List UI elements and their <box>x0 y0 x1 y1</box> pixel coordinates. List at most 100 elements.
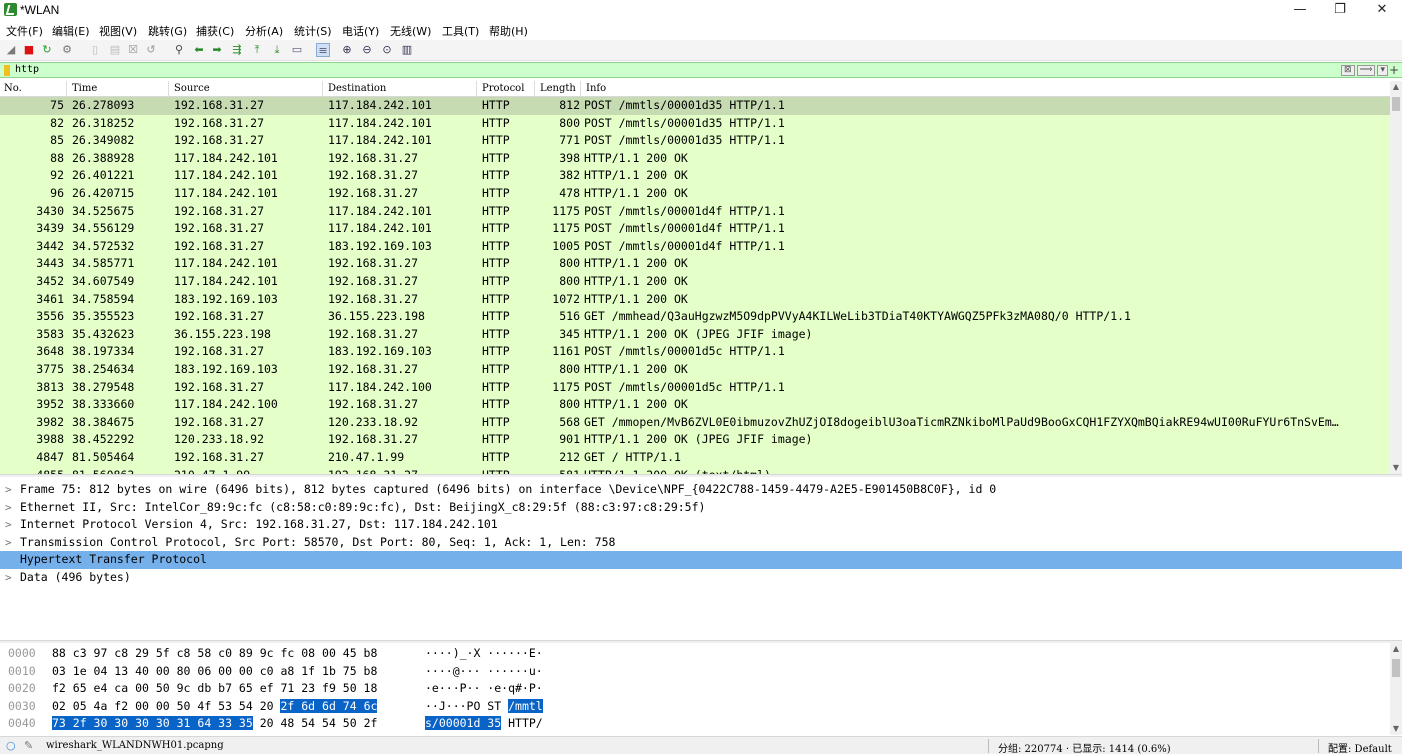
open-icon[interactable]: ▯ <box>88 43 102 57</box>
menu-edit[interactable]: 编辑(E) <box>52 23 90 39</box>
column-divider[interactable] <box>476 81 477 97</box>
packet-row[interactable]: 85 26.349082 192.168.31.27 117.184.242.101 H… <box>0 132 1390 150</box>
packet-row[interactable]: 4847 81.505464 192.168.31.27 210.47.1.99 HTT… <box>0 449 1390 467</box>
packet-row[interactable]: 3556 35.355523 192.168.31.27 36.155.223.198… <box>0 308 1390 326</box>
filter-clear-button[interactable]: ⊠ <box>1341 65 1355 76</box>
menu-wireless[interactable]: 无线(W) <box>390 23 431 39</box>
packet-row[interactable]: 3648 38.197334 192.168.31.27 183.192.169.10… <box>0 343 1390 361</box>
column-protocol[interactable]: Protocol <box>482 83 524 94</box>
back-icon[interactable]: ⬅ <box>192 43 206 57</box>
autoscroll-icon[interactable]: ▭ <box>290 43 304 57</box>
packet-row[interactable]: 75 26.278093 192.168.31.27 117.184.242.101 H… <box>0 97 1390 115</box>
options-icon[interactable]: ⚙ <box>60 43 74 57</box>
restart-icon[interactable]: ↻ <box>40 43 54 57</box>
column-divider[interactable] <box>534 81 535 97</box>
packet-row[interactable]: 3982 38.384675 192.168.31.27 120.233.18.92 H… <box>0 413 1390 432</box>
scroll-down-icon[interactable]: ▼ <box>1390 723 1402 735</box>
detail-tree-item[interactable]: > Ethernet II, Src: IntelCor_89:9c:fc (c8… <box>0 499 1402 517</box>
scroll-up-icon[interactable]: ▲ <box>1390 81 1402 93</box>
menu-statistics[interactable]: 统计(S) <box>294 23 332 39</box>
bytes-row[interactable]: 0030 02 05 4a f2 00 00 50 4f 53 54 20 2f … <box>0 698 1390 716</box>
packet-row[interactable]: 3952 38.333660 117.184.242.100 192.168.31.2… <box>0 396 1390 414</box>
detail-tree-item[interactable]: > Internet Protocol Version 4, Src: 192.1… <box>0 516 1402 534</box>
menu-view[interactable]: 视图(V) <box>99 23 137 39</box>
packet-row[interactable]: 82 26.318252 192.168.31.27 117.184.242.101 H… <box>0 114 1390 133</box>
packet-row[interactable]: 92 26.401221 117.184.242.101 192.168.31.27 H… <box>0 167 1390 185</box>
expand-arrow-icon[interactable]: > <box>5 499 12 517</box>
bytes-row[interactable]: 0020 f2 65 e4 ca 00 50 9c db b7 65 ef 71 … <box>0 680 1390 698</box>
packet-row[interactable]: 96 26.420715 117.184.242.101 192.168.31.27 H… <box>0 185 1390 203</box>
colorize-icon[interactable]: ≡ <box>316 43 330 57</box>
find-icon[interactable]: ⚲ <box>172 43 186 57</box>
capture-comment-icon[interactable]: ✎ <box>24 739 33 752</box>
menu-tools[interactable]: 工具(T) <box>442 23 479 39</box>
bytes-scrollbar[interactable]: ▲ ▼ <box>1390 643 1402 735</box>
column-length[interactable]: Length <box>540 83 576 94</box>
packet-row[interactable]: 3443 34.585771 117.184.242.101 192.168.31.2… <box>0 255 1390 273</box>
stop-icon[interactable]: ■ <box>22 43 36 57</box>
menu-help[interactable]: 帮助(H) <box>489 23 528 39</box>
close-file-icon[interactable]: ☒ <box>126 43 140 57</box>
save-icon[interactable]: ▤ <box>108 43 122 57</box>
column-source[interactable]: Source <box>174 83 210 94</box>
filter-bookmark-icon[interactable] <box>4 65 10 76</box>
scroll-thumb[interactable] <box>1392 97 1400 111</box>
column-divider[interactable] <box>322 81 323 97</box>
packet-row[interactable]: 3988 38.452292 120.233.18.92 192.168.31.27 H… <box>0 431 1390 449</box>
bytes-row[interactable]: 0000 88 c3 97 c8 29 5f c8 58 c0 89 9c fc … <box>0 645 1390 663</box>
add-filter-button[interactable]: + <box>1389 63 1399 77</box>
packet-row[interactable]: 3452 34.607549 117.184.242.101 192.168.31.2… <box>0 273 1390 291</box>
minimize-button[interactable]: — <box>1278 0 1322 20</box>
expert-info-icon[interactable]: ○ <box>6 739 16 752</box>
resize-columns-icon[interactable]: ▥ <box>400 43 414 57</box>
zoom-reset-icon[interactable]: ⊙ <box>380 43 394 57</box>
display-filter-input[interactable] <box>15 63 1335 77</box>
forward-icon[interactable]: ➡ <box>210 43 224 57</box>
filter-apply-button[interactable]: ⟹ <box>1356 65 1376 76</box>
menu-analyze[interactable]: 分析(A) <box>245 23 283 39</box>
packet-row[interactable]: 88 26.388928 117.184.242.101 192.168.31.27 H… <box>0 149 1390 168</box>
packet-row[interactable]: 4855 81.560863 210.47.1.99 192.168.31.27 HTT… <box>0 466 1390 474</box>
packet-row[interactable]: 3461 34.758594 183.192.169.103 192.168.31.2… <box>0 290 1390 309</box>
shark-fin-icon[interactable]: ◢ <box>4 43 18 57</box>
expand-arrow-icon[interactable]: > <box>5 481 12 499</box>
detail-tree-item[interactable]: > Transmission Control Protocol, Src Port… <box>0 534 1402 552</box>
maximize-button[interactable]: ❐ <box>1318 0 1362 20</box>
packet-row[interactable]: 3583 35.432623 36.155.223.198 192.168.31.27… <box>0 325 1390 344</box>
scroll-thumb[interactable] <box>1392 659 1400 677</box>
pane-splitter[interactable] <box>0 474 1402 477</box>
first-icon[interactable]: ⤒ <box>250 43 264 57</box>
expand-arrow-icon[interactable]: > <box>5 516 12 534</box>
expand-arrow-icon[interactable]: > <box>5 534 12 552</box>
column-divider[interactable] <box>168 81 169 97</box>
menu-capture[interactable]: 捕获(C) <box>196 23 234 39</box>
packet-row[interactable]: 3775 38.254634 183.192.169.103 192.168.31.2… <box>0 361 1390 379</box>
filter-dropdown-button[interactable]: ▾ <box>1377 65 1388 76</box>
detail-tree-item[interactable]: > Frame 75: 812 bytes on wire (6496 bits)… <box>0 481 1402 499</box>
packet-row[interactable]: 3430 34.525675 192.168.31.27 117.184.242.10… <box>0 202 1390 221</box>
packet-list-scrollbar[interactable]: ▲ ▼ <box>1390 81 1402 474</box>
column-info[interactable]: Info <box>586 83 606 94</box>
scroll-down-icon[interactable]: ▼ <box>1390 462 1402 474</box>
menu-go[interactable]: 跳转(G) <box>148 23 187 39</box>
column-destination[interactable]: Destination <box>328 83 386 94</box>
profile-label[interactable]: 配置: Default <box>1328 740 1392 754</box>
column-time[interactable]: Time <box>72 83 97 94</box>
menu-telephony[interactable]: 电话(Y) <box>342 23 379 39</box>
close-button[interactable]: ✕ <box>1360 0 1402 20</box>
zoom-out-icon[interactable]: ⊖ <box>360 43 374 57</box>
bytes-row[interactable]: 0040 73 2f 30 30 30 30 31 64 33 35 20 48 … <box>0 715 1390 733</box>
expand-arrow-icon[interactable]: > <box>5 569 12 587</box>
column-divider[interactable] <box>580 81 581 97</box>
packet-row[interactable]: 3442 34.572532 192.168.31.27 183.192.169.10… <box>0 237 1390 256</box>
packet-row[interactable]: 3813 38.279548 192.168.31.27 117.184.242.10… <box>0 378 1390 397</box>
column-no[interactable]: No. <box>4 83 22 94</box>
packet-row[interactable]: 3439 34.556129 192.168.31.27 117.184.242.10… <box>0 220 1390 238</box>
detail-tree-item[interactable]: > Data (496 bytes) <box>0 569 1402 587</box>
reload-icon[interactable]: ↺ <box>144 43 158 57</box>
zoom-in-icon[interactable]: ⊕ <box>340 43 354 57</box>
last-icon[interactable]: ⤓ <box>270 43 284 57</box>
bytes-row[interactable]: 0010 03 1e 04 13 40 00 80 06 00 00 c0 a8 … <box>0 663 1390 681</box>
menu-file[interactable]: 文件(F) <box>6 23 43 39</box>
column-divider[interactable] <box>66 81 67 97</box>
